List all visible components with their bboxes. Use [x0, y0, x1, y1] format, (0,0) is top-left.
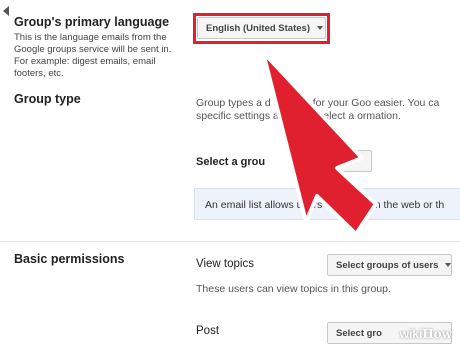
chevron-down-icon [353, 159, 360, 163]
highlight-box [193, 13, 330, 44]
post-select-value: Select gro [336, 327, 382, 339]
collapse-triangle-icon[interactable] [3, 6, 9, 16]
group-type-description: Group types a d settings for your Goo ea… [196, 97, 440, 122]
group-type-select-value: t [343, 155, 347, 167]
view-topics-select[interactable]: Select groups of users [327, 254, 452, 276]
group-type-info-box: An email list allows users to post from … [194, 188, 460, 220]
post-label: Post [196, 325, 220, 337]
wikihow-watermark: wikiHow [399, 327, 452, 341]
view-topics-help: These users can view topics in this grou… [196, 283, 391, 295]
section-divider [0, 241, 460, 242]
view-topics-label: View topics [196, 258, 254, 270]
view-topics-select-value: Select groups of users [336, 259, 439, 271]
group-type-info-text: An email list allows users to post from … [205, 199, 445, 211]
group-settings-page: Group's primary language This is the lan… [0, 0, 460, 345]
language-section-title: Group's primary language [14, 15, 170, 29]
permissions-section-title: Basic permissions [14, 252, 125, 266]
language-description: This is the language emails from the Goo… [14, 32, 172, 79]
group-type-section-title: Group type [14, 92, 81, 106]
chevron-down-icon [445, 263, 452, 267]
group-type-select-label: Select a grou [196, 156, 266, 168]
group-type-select[interactable]: t [300, 150, 372, 172]
